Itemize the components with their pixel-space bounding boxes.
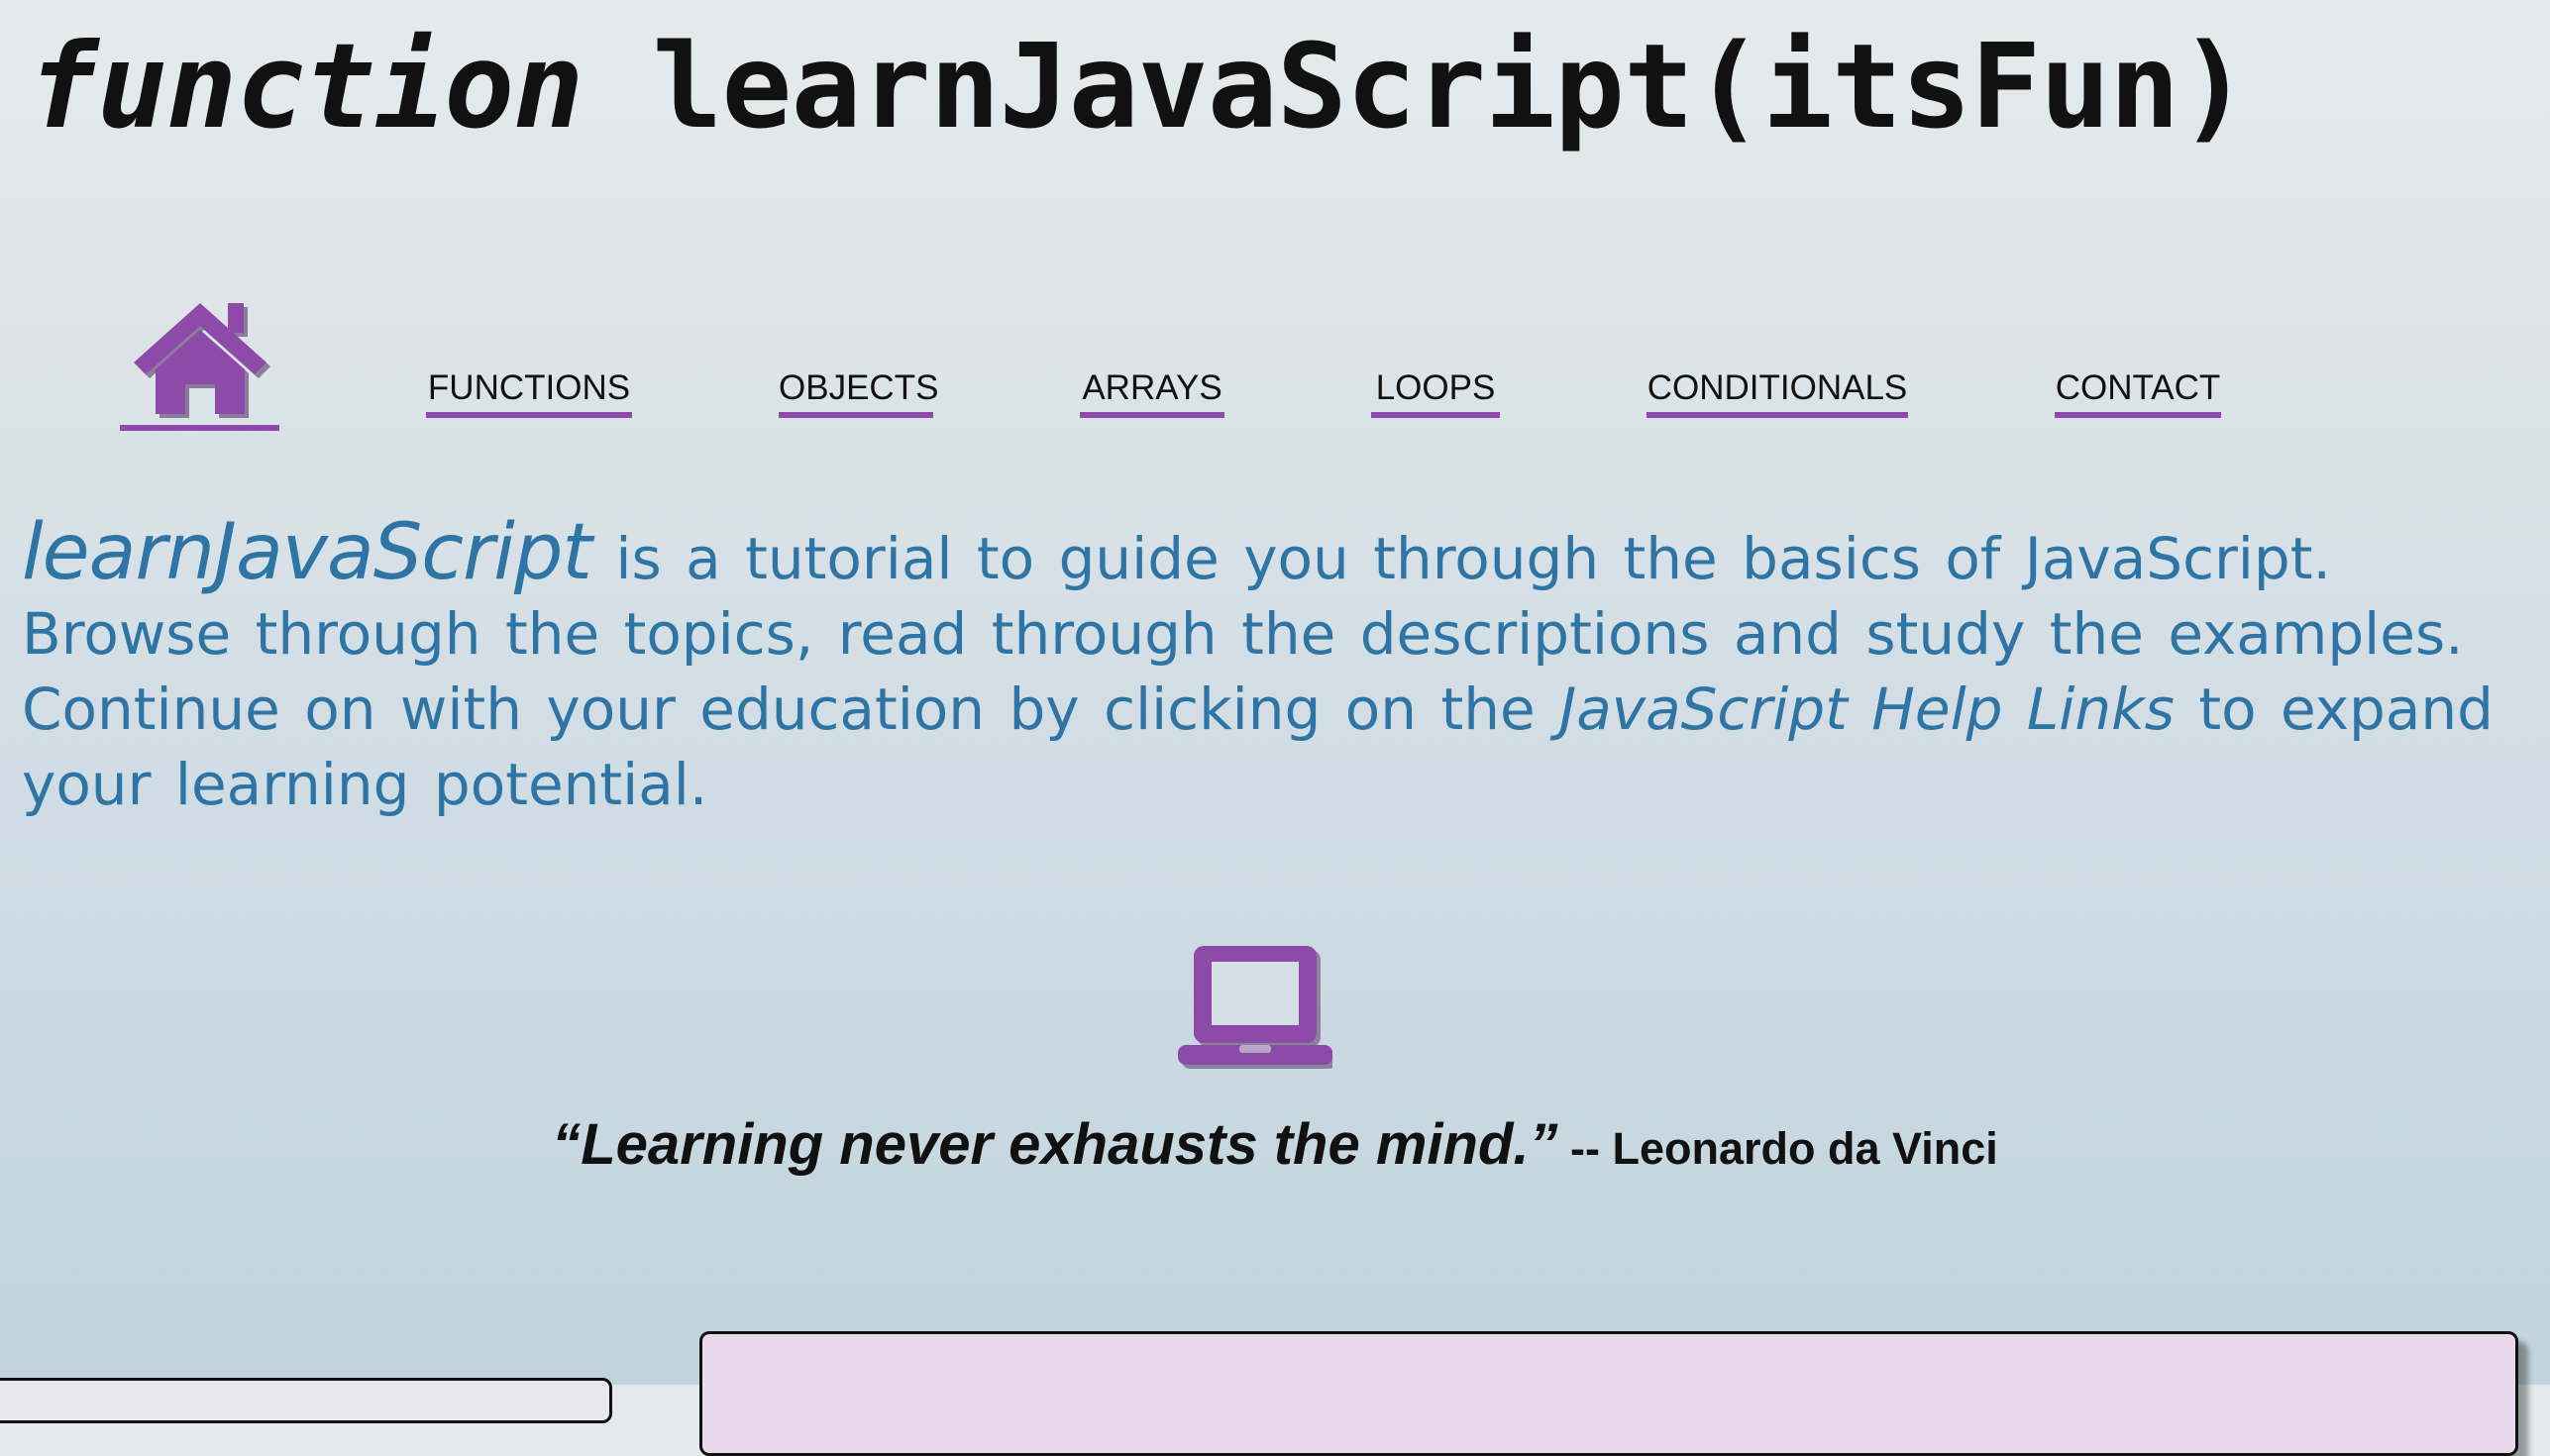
nav-item-conditionals[interactable]: CONDITIONALS <box>1647 366 1908 418</box>
intro-paragraph: learnJavaScript is a tutorial to guide y… <box>22 514 2528 822</box>
nav-item-contact[interactable]: CONTACT <box>2055 366 2221 418</box>
nav-item-loops[interactable]: LOOPS <box>1371 366 1500 418</box>
main-nav: FUNCTIONS OBJECTS ARRAYS LOOPS CONDITION… <box>0 287 2550 436</box>
nav-item-arrays[interactable]: ARRAYS <box>1080 366 1224 418</box>
nav-item-objects[interactable]: OBJECTS <box>779 366 938 418</box>
help-links-reference: JavaScript Help Links <box>1559 676 2175 743</box>
intro-brand: learnJavaScript <box>22 508 592 597</box>
nav-home-link[interactable] <box>120 297 279 431</box>
nav-item-functions[interactable]: FUNCTIONS <box>426 366 632 418</box>
laptop-icon <box>1178 946 1332 1069</box>
quote-author: -- Leonardo da Vinci <box>1557 1123 1998 1174</box>
title-keyword: function <box>28 18 584 155</box>
title-function-name: learnJavaScript(itsFun) <box>583 18 2249 155</box>
content-panel <box>699 1331 2518 1456</box>
quote: “Learning never exhausts the mind.” -- L… <box>0 1111 2550 1178</box>
home-icon <box>133 303 270 418</box>
site-title: function learnJavaScript(itsFun) <box>28 22 2249 151</box>
quote-text: “Learning never exhausts the mind.” <box>552 1112 1558 1177</box>
